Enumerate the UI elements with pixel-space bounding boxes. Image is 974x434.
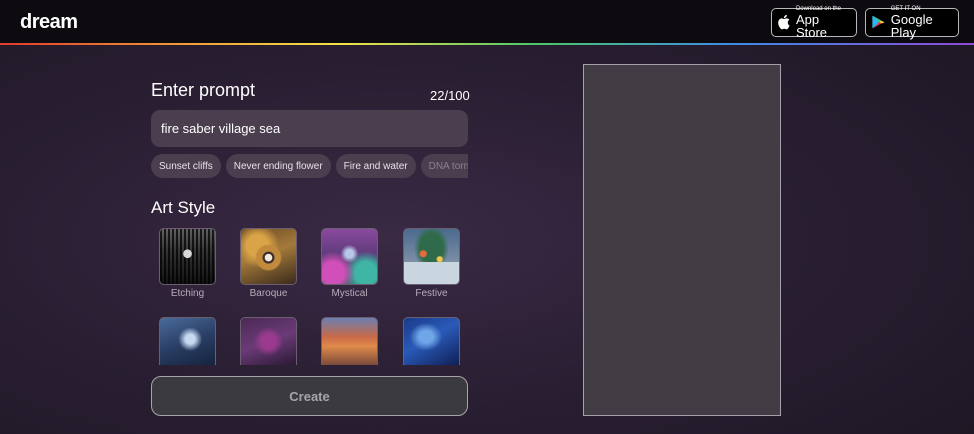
style-thumbnail <box>403 317 460 365</box>
app-store-big-text: App Store <box>795 11 828 40</box>
style-tile[interactable] <box>240 317 297 365</box>
dream-logo[interactable]: dream <box>20 11 78 34</box>
style-label: Festive <box>415 288 448 299</box>
style-tile[interactable] <box>321 317 378 365</box>
image-preview-panel <box>583 64 781 416</box>
style-label: Etching <box>170 288 205 299</box>
app-store-small-text: Download on the <box>795 5 841 12</box>
app-store-badge[interactable]: Download on the App Store <box>771 5 857 40</box>
google-play-small-text: GET IT ON <box>890 5 921 12</box>
suggestion-chip[interactable]: Sunset cliffs <box>151 154 221 178</box>
style-tile[interactable] <box>159 317 216 365</box>
prompt-title: Enter prompt <box>151 80 256 100</box>
style-thumbnail <box>159 317 216 365</box>
style-tile-baroque[interactable]: Baroque <box>240 228 297 299</box>
google-play-big-text: Google Play <box>890 11 933 40</box>
prompt-input[interactable] <box>151 110 468 147</box>
create-button[interactable]: Create <box>151 376 468 416</box>
style-thumbnail <box>321 317 378 365</box>
rainbow-divider <box>0 43 974 45</box>
etching-thumbnail <box>159 228 216 285</box>
suggestion-chip[interactable]: Never ending flower <box>225 154 331 178</box>
style-tile[interactable] <box>403 317 460 365</box>
festive-thumbnail <box>403 228 460 285</box>
character-counter: 22/100 <box>430 88 470 103</box>
store-badges: Download on the App Store GET IT ON Goog… <box>771 5 959 40</box>
top-header: dream Download on the App Store GET IT O… <box>0 0 974 44</box>
style-label: Mystical <box>331 288 368 299</box>
style-label: Baroque <box>249 288 288 299</box>
art-style-title: Art Style <box>151 198 216 217</box>
suggestion-chips: Sunset cliffs Never ending flower Fire a… <box>151 154 468 178</box>
suggestion-chip[interactable]: DNA tornado <box>420 154 468 178</box>
style-tile-festive[interactable]: Festive <box>403 228 460 299</box>
style-thumbnail <box>240 317 297 365</box>
google-play-icon <box>872 15 885 29</box>
suggestion-chip[interactable]: Fire and water <box>335 154 416 178</box>
style-tile-mystical[interactable]: Mystical <box>321 228 378 299</box>
google-play-badge[interactable]: GET IT ON Google Play <box>865 5 959 40</box>
apple-icon <box>778 14 790 30</box>
mystical-thumbnail <box>321 228 378 285</box>
baroque-thumbnail <box>240 228 297 285</box>
style-tile-etching[interactable]: Etching <box>159 228 216 299</box>
